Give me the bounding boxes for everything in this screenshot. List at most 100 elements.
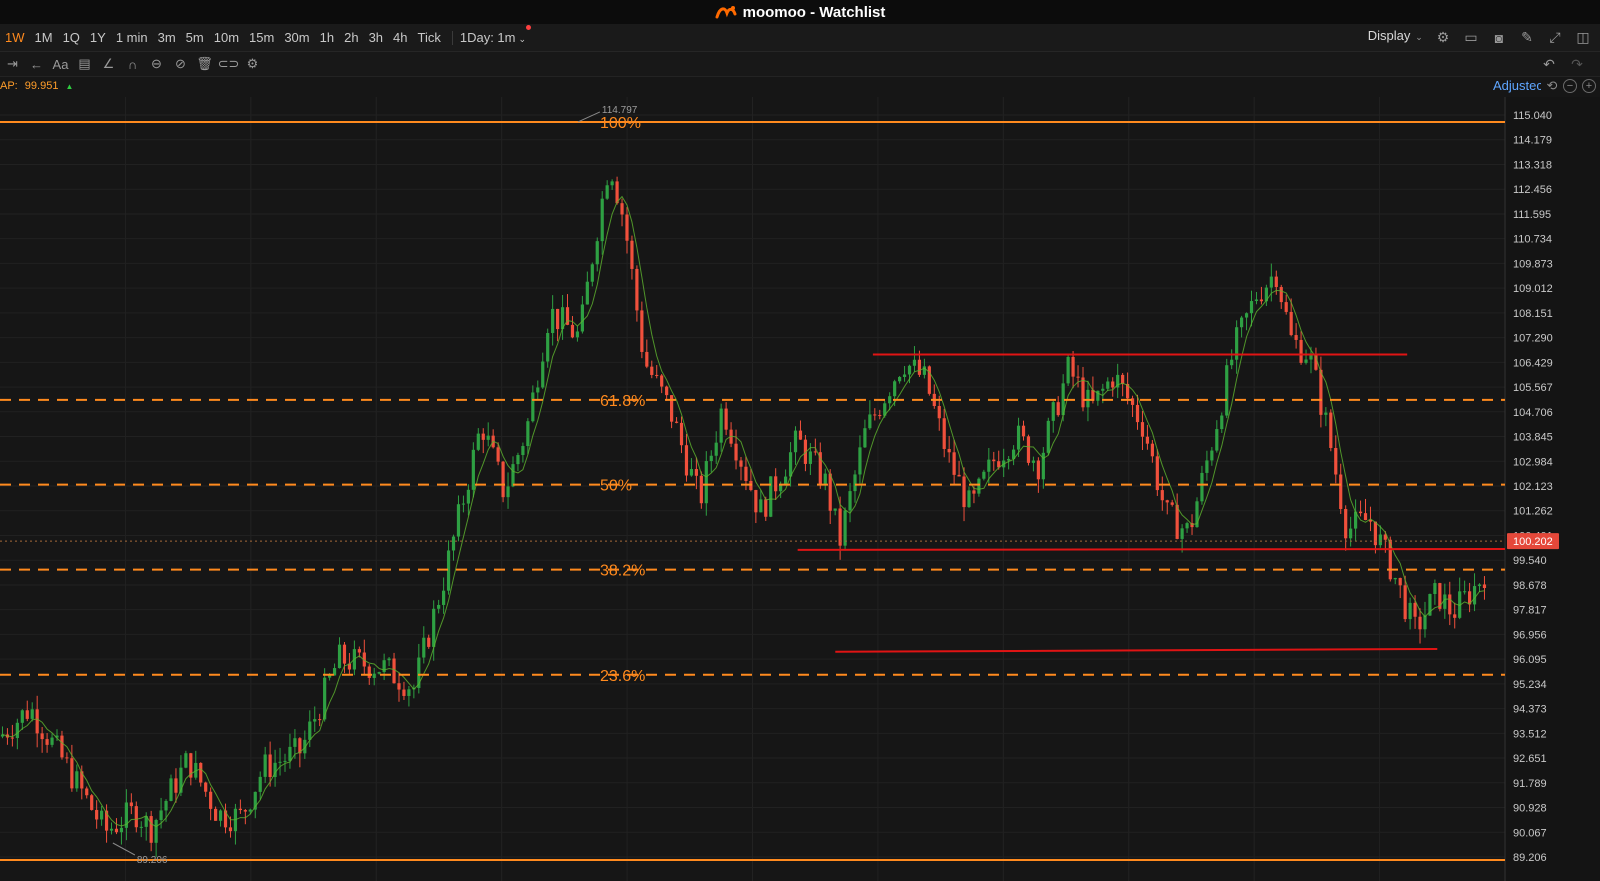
redo-icon[interactable]: ↷ <box>1568 55 1586 73</box>
candle-body <box>129 802 133 807</box>
candle-body <box>595 241 599 265</box>
trash-icon[interactable]: 🗑 <box>196 55 213 73</box>
timeframe-30m[interactable]: 30m <box>281 30 316 45</box>
panel-toggle-icon[interactable]: ◫ <box>1574 29 1592 47</box>
camera-icon[interactable]: ◙ <box>1490 29 1508 47</box>
candle-body <box>486 435 490 440</box>
candle-body <box>1304 359 1308 363</box>
angle-tool-icon[interactable]: ∠ <box>100 55 117 73</box>
candle-body <box>982 471 986 479</box>
indicator-label: AP: <box>0 80 18 92</box>
candle-body <box>1269 276 1273 288</box>
moomoo-logo-icon <box>715 6 737 19</box>
candle-body <box>1294 335 1298 340</box>
candle-body <box>689 469 694 476</box>
lock-icon[interactable]: ⊖ <box>148 55 165 73</box>
candle-body <box>1463 591 1467 593</box>
timeframe-5m[interactable]: 5m <box>183 30 211 45</box>
candle-body <box>1230 359 1234 366</box>
interval-icon[interactable]: ⇥ <box>4 55 21 73</box>
fullscreen-icon[interactable]: ⤢ <box>1546 29 1564 47</box>
zoom-in-icon[interactable]: + <box>1582 78 1596 93</box>
candle-body <box>1007 458 1011 461</box>
candle-body <box>575 331 580 338</box>
candle-body <box>50 737 54 745</box>
zoom-out-icon[interactable]: − <box>1563 78 1577 93</box>
day-selector[interactable]: 1Day: 1m ⌄ <box>457 25 533 45</box>
candle-body <box>1334 447 1338 475</box>
candle-body <box>665 386 669 396</box>
hide-icon[interactable]: ⊘ <box>172 55 189 73</box>
layout-icon[interactable]: ▭ <box>1462 29 1480 47</box>
candle-body <box>962 476 966 508</box>
timeframe-1m[interactable]: 1M <box>32 30 60 45</box>
adjusted-button[interactable]: Adjustec <box>1493 78 1541 93</box>
candle-body <box>912 359 917 366</box>
undo-icon[interactable]: ↶ <box>1540 55 1558 73</box>
candle-body <box>709 455 713 462</box>
candle-body <box>372 673 376 678</box>
timeframe-10m[interactable]: 10m <box>211 30 246 45</box>
magnet-icon[interactable]: ∩ <box>124 55 141 73</box>
candle-body <box>1358 511 1363 514</box>
pencil-icon[interactable]: ✎ <box>1518 29 1536 47</box>
vwap-indicator[interactable]: AP: 99.951 ▲ <box>0 80 73 92</box>
candlestick-chart[interactable]: 115.040 114.179 113.318 112.456 111.595 110.7… <box>0 97 1600 881</box>
candle-body <box>754 490 758 513</box>
link-icon[interactable]: ⊂⊃ <box>218 55 240 73</box>
timeframe-tick[interactable]: Tick <box>415 30 448 45</box>
reset-icon[interactable]: ⟲ <box>1546 78 1558 93</box>
y-tick-label: 110.734 <box>1513 234 1552 246</box>
candle-body <box>1443 594 1447 609</box>
y-tick-label: 113.318 <box>1513 159 1552 171</box>
y-tick-label: 109.012 <box>1513 283 1553 295</box>
candle-body <box>620 203 624 215</box>
comment-icon[interactable]: ▤ <box>76 55 93 73</box>
candle-body <box>863 428 867 448</box>
timeframe-2h[interactable]: 2h <box>341 30 365 45</box>
candle-body <box>214 808 218 821</box>
candle-body <box>114 828 119 833</box>
candle-body <box>466 489 470 504</box>
candle-body <box>169 778 173 801</box>
candle-body <box>199 762 203 783</box>
settings-icon[interactable]: ⚙ <box>244 55 261 73</box>
gear-icon[interactable]: ⚙ <box>1434 29 1452 47</box>
arrow-left-icon[interactable]: ← <box>28 55 45 73</box>
display-dropdown[interactable]: Display ⌄ <box>1368 28 1424 47</box>
candle-body <box>987 459 991 472</box>
candle-body <box>893 381 897 397</box>
timeframe-1q[interactable]: 1Q <box>60 30 87 45</box>
timeframe-1-min[interactable]: 1 min <box>113 30 155 45</box>
candle-body <box>645 351 649 367</box>
y-tick-label: 101.262 <box>1513 506 1553 518</box>
candle-body <box>258 776 262 792</box>
y-tick-label: 91.789 <box>1513 778 1547 790</box>
candle-body <box>1185 523 1189 529</box>
candle-body <box>1140 422 1145 437</box>
candle-body <box>556 308 560 330</box>
triangle-up-icon: ▲ <box>65 82 74 91</box>
candle-body <box>1016 425 1021 450</box>
timeframe-3h[interactable]: 3h <box>366 30 390 45</box>
candle-body <box>511 464 515 487</box>
timeframe-1h[interactable]: 1h <box>317 30 341 45</box>
support-resistance-line[interactable] <box>797 547 1506 551</box>
timeframe-3m[interactable]: 3m <box>155 30 183 45</box>
candle-body <box>1418 616 1422 630</box>
candle-body <box>615 181 619 204</box>
y-tick-label: 114.179 <box>1513 135 1552 147</box>
chart-settings-group: Display ⌄ ⚙ ▭ ◙ ✎ ⤢ ◫ <box>1368 24 1592 51</box>
candle-body <box>501 461 505 498</box>
y-tick-label: 98.678 <box>1513 580 1547 592</box>
candle-body <box>952 452 956 475</box>
timeframe-1w[interactable]: 1W <box>2 30 32 45</box>
candle-body <box>248 809 252 812</box>
candle-body <box>1026 436 1031 463</box>
timeframe-4h[interactable]: 4h <box>390 30 414 45</box>
timeframe-15m[interactable]: 15m <box>246 30 281 45</box>
candle-body <box>1284 302 1288 312</box>
candle-body <box>342 644 347 664</box>
timeframe-1y[interactable]: 1Y <box>87 30 113 45</box>
text-tool-icon[interactable]: Aa <box>52 55 69 73</box>
